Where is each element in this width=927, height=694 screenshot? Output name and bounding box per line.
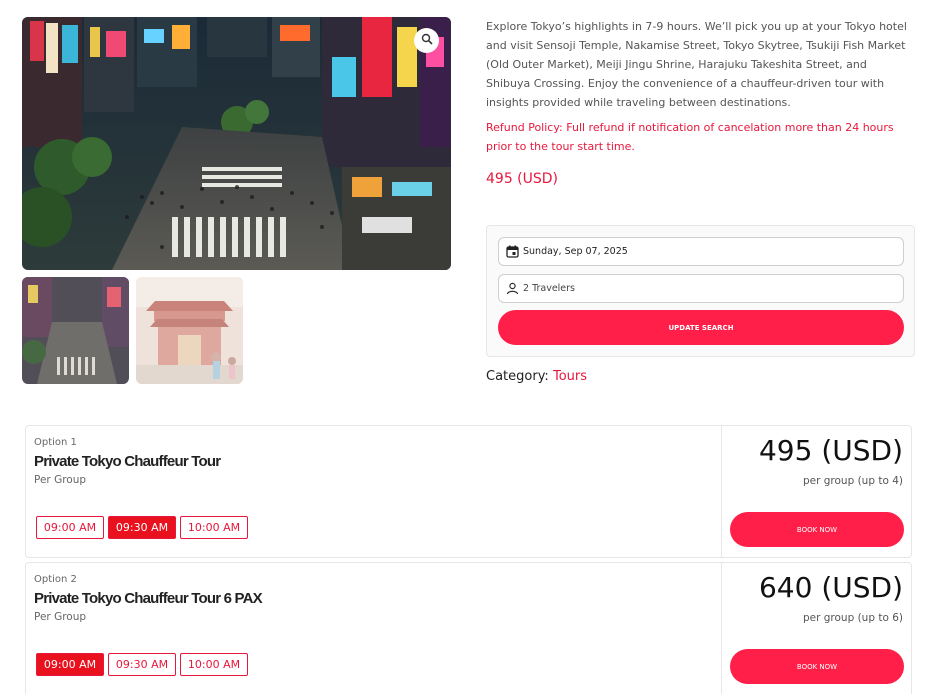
option-number: Option 1 [34,437,77,448]
person-icon [505,282,519,296]
option-pricing: 495 (USD) per group (up to 4) BOOK NOW [723,426,911,557]
refund-policy: Refund Policy: Full refund if notificati… [486,121,894,153]
sensoji-thumbnail-image [136,277,243,384]
option-details: Option 1 Private Tokyo Chauffeur Tour Pe… [26,426,722,557]
option-subtitle: Per Group [34,474,87,486]
time-slot-0900[interactable]: 09:00 AM [36,516,104,539]
gallery-thumbnail-1[interactable] [22,277,129,384]
option-price-unit: per group (up to 6) [802,612,903,624]
time-slot-group: 09:00 AM 09:30 AM 10:00 AM [36,653,248,676]
option-price-unit: per group (up to 4) [802,475,903,487]
option-number: Option 2 [34,574,77,585]
option-price: 640 (USD) [758,571,903,604]
date-value: Sunday, Sep 07, 2025 [523,246,628,257]
category-line: Category: Tours [486,369,587,384]
time-slot-1000[interactable]: 10:00 AM [180,516,248,539]
option-pricing: 640 (USD) per group (up to 6) BOOK NOW [723,563,911,694]
zoom-button[interactable] [414,28,439,53]
time-slot-0900[interactable]: 09:00 AM [36,653,104,676]
tour-price: 495 (USD) [486,171,559,187]
option-subtitle: Per Group [34,611,87,623]
tour-description: Explore Tokyo’s highlights in 7-9 hours.… [486,20,907,109]
tour-detail-page: Explore Tokyo’s highlights in 7-9 hours.… [0,0,927,694]
main-tour-photo[interactable] [22,17,451,270]
category-label: Category: [486,369,549,384]
tour-option-card: Option 2 Private Tokyo Chauffeur Tour 6 … [25,562,912,694]
availability-search-form: Sunday, Sep 07, 2025 2 Travelers UPDATE … [486,225,915,357]
option-price: 495 (USD) [758,434,903,467]
time-slot-0930[interactable]: 09:30 AM [108,653,176,676]
travelers-field[interactable]: 2 Travelers [498,274,904,303]
shibuya-thumbnail-image [22,277,129,384]
shibuya-crossing-image [22,17,451,270]
book-now-button[interactable]: BOOK NOW [730,649,904,684]
category-link-tours[interactable]: Tours [553,369,587,384]
time-slot-1000[interactable]: 10:00 AM [180,653,248,676]
time-slot-0930[interactable]: 09:30 AM [108,516,176,539]
option-details: Option 2 Private Tokyo Chauffeur Tour 6 … [26,563,722,694]
tour-option-card: Option 1 Private Tokyo Chauffeur Tour Pe… [25,425,912,558]
update-search-button[interactable]: UPDATE SEARCH [498,310,904,345]
date-picker-field[interactable]: Sunday, Sep 07, 2025 [498,237,904,266]
time-slot-group: 09:00 AM 09:30 AM 10:00 AM [36,516,248,539]
option-title: Private Tokyo Chauffeur Tour 6 PAX [34,590,263,607]
book-now-button[interactable]: BOOK NOW [730,512,904,547]
option-title: Private Tokyo Chauffeur Tour [34,453,221,470]
calendar-icon [505,245,519,259]
magnifier-icon [421,32,433,50]
travelers-value: 2 Travelers [523,283,576,294]
gallery-thumbnail-2[interactable] [136,277,243,384]
